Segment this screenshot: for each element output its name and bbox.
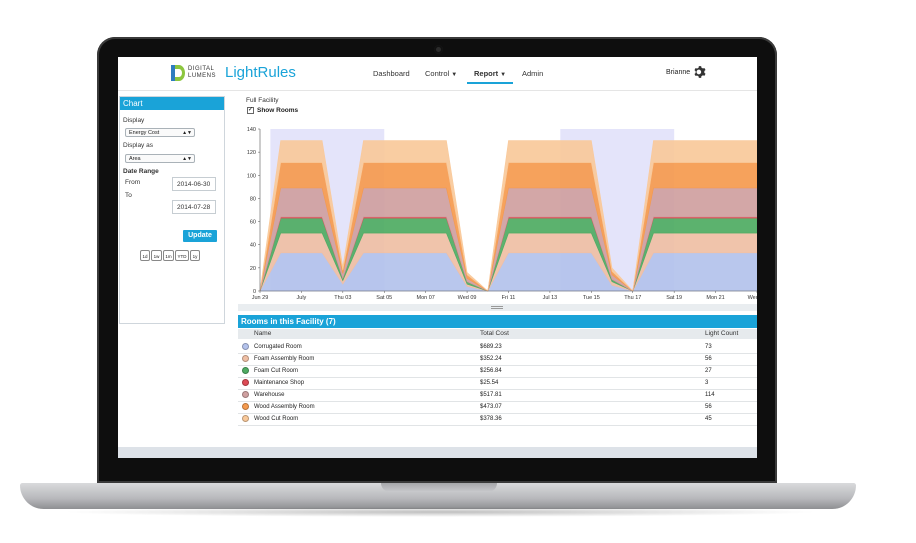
screen-footer [118,447,757,458]
range-1d-button[interactable]: 1d [140,250,150,261]
x-tick-label: Fri 11 [502,295,516,301]
column-header-cost[interactable]: Total Cost [480,330,509,337]
from-label: From [125,179,141,186]
room-total-cost: $256.84 [480,368,502,374]
room-color-swatch [242,403,249,410]
room-name: Corrugated Room [254,344,302,350]
column-header-light-count[interactable]: Light Count [705,330,738,337]
laptop-shadow [60,507,820,517]
room-color-swatch [242,379,249,386]
nav-admin[interactable]: Admin [522,69,543,78]
room-total-cost: $352.24 [480,356,502,362]
to-label: To [125,192,132,199]
logo-icon [171,65,185,81]
user-name[interactable]: Brianne [666,69,690,76]
logo-text-line2: LUMENS [188,73,217,79]
pane-splitter[interactable] [238,304,757,311]
camera-icon [434,45,443,54]
product-name: LightRules [225,64,296,81]
room-color-swatch [242,367,249,374]
energy-area-chart[interactable]: 020406080100120140Jun 29 July Thu 03 Sat 05… [236,123,757,303]
room-total-cost: $25.54 [480,380,499,386]
y-tick-label: 40 [250,243,256,249]
room-light-count: 27 [705,368,712,374]
x-tick-label: Sat 05 [376,295,392,301]
range-1w-button[interactable]: 1w [151,250,162,261]
room-name: Wood Cut Room [254,416,299,422]
logo-text-line1: DIGITAL [188,66,215,72]
x-tick-label: Wed 09 [458,295,477,301]
top-nav-bar: DIGITAL LUMENS LightRules Dashboard Cont… [118,57,757,91]
x-tick-label: Tue 15 [583,295,600,301]
x-tick-label: Thu 17 [624,295,641,301]
y-tick-label: 140 [247,127,256,133]
gear-icon[interactable] [693,65,707,79]
room-name: Foam Assembly Room [254,356,315,362]
x-tick-label: Sat 19 [666,295,682,301]
room-light-count: 73 [705,344,712,350]
room-name: Warehouse [254,392,285,398]
display-select[interactable]: Energy Cost ▲▼ [125,128,195,137]
x-tick-label: Wed 23 [748,295,757,301]
chart-options-panel: Chart Display Energy Cost ▲▼ Display as A… [119,96,225,324]
panel-title: Chart [120,97,224,110]
room-total-cost: $473.07 [480,404,502,410]
nav-control[interactable]: Control ▼ [425,69,457,78]
room-light-count: 3 [705,380,709,386]
show-rooms-checkbox[interactable]: ✓ [247,107,254,114]
update-button[interactable]: Update [183,230,217,242]
facility-label: Full Facility [246,97,279,104]
x-tick-label: July [297,295,307,301]
x-tick-label: Mon 07 [416,295,434,301]
room-color-swatch [242,355,249,362]
y-tick-label: 20 [250,266,256,272]
app-screen: DIGITAL LUMENS LightRules Dashboard Cont… [118,57,757,458]
x-tick-label: Jul 13 [543,295,558,301]
room-color-swatch [242,415,249,422]
table-row[interactable]: Wood Cut Room $378.36 45 [238,413,757,426]
rooms-table-header: Name Total Cost Light Count [238,329,757,339]
y-tick-label: 100 [247,173,256,179]
room-light-count: 45 [705,416,712,422]
display-as-label: Display as [123,142,153,149]
nav-report[interactable]: Report ▼ [474,69,506,78]
drag-handle-icon[interactable] [491,306,503,309]
select-arrow-icon: ▲▼ [182,130,192,136]
room-light-count: 56 [705,356,712,362]
from-date-input[interactable]: 2014-06-30 [172,177,216,191]
room-total-cost: $517.81 [480,392,502,398]
room-name: Maintenance Shop [254,380,305,386]
x-tick-label: Thu 03 [334,295,351,301]
rooms-table-title: Rooms in this Facility (7) [238,315,757,328]
select-arrow-icon: ▲▼ [182,156,192,162]
room-name: Foam Cut Room [254,368,299,374]
room-color-swatch [242,391,249,398]
nav-dashboard[interactable]: Dashboard [373,69,410,78]
laptop-notch [381,483,497,492]
range-ytd-button[interactable]: YTD [175,250,189,261]
column-header-name[interactable]: Name [254,330,271,337]
y-tick-label: 120 [247,150,256,156]
show-rooms-label: Show Rooms [257,107,299,114]
nav-active-indicator [467,82,513,84]
x-tick-label: Mon 21 [706,295,724,301]
display-as-select[interactable]: Area ▲▼ [125,154,195,163]
chevron-down-icon: ▼ [451,72,458,78]
room-light-count: 56 [705,404,712,410]
range-1m-button[interactable]: 1m [163,250,174,261]
x-tick-label: Jun 29 [252,295,269,301]
y-tick-label: 80 [250,196,256,202]
display-label: Display [123,117,145,124]
room-light-count: 114 [705,392,715,398]
chevron-down-icon: ▼ [500,72,507,78]
to-date-input[interactable]: 2014-07-28 [172,200,216,214]
room-total-cost: $378.36 [480,416,502,422]
range-1y-button[interactable]: 1y [190,250,200,261]
room-color-swatch [242,343,249,350]
room-name: Wood Assembly Room [254,404,315,410]
y-tick-label: 60 [250,220,256,226]
date-range-label: Date Range [123,168,159,175]
room-total-cost: $689.23 [480,344,502,350]
